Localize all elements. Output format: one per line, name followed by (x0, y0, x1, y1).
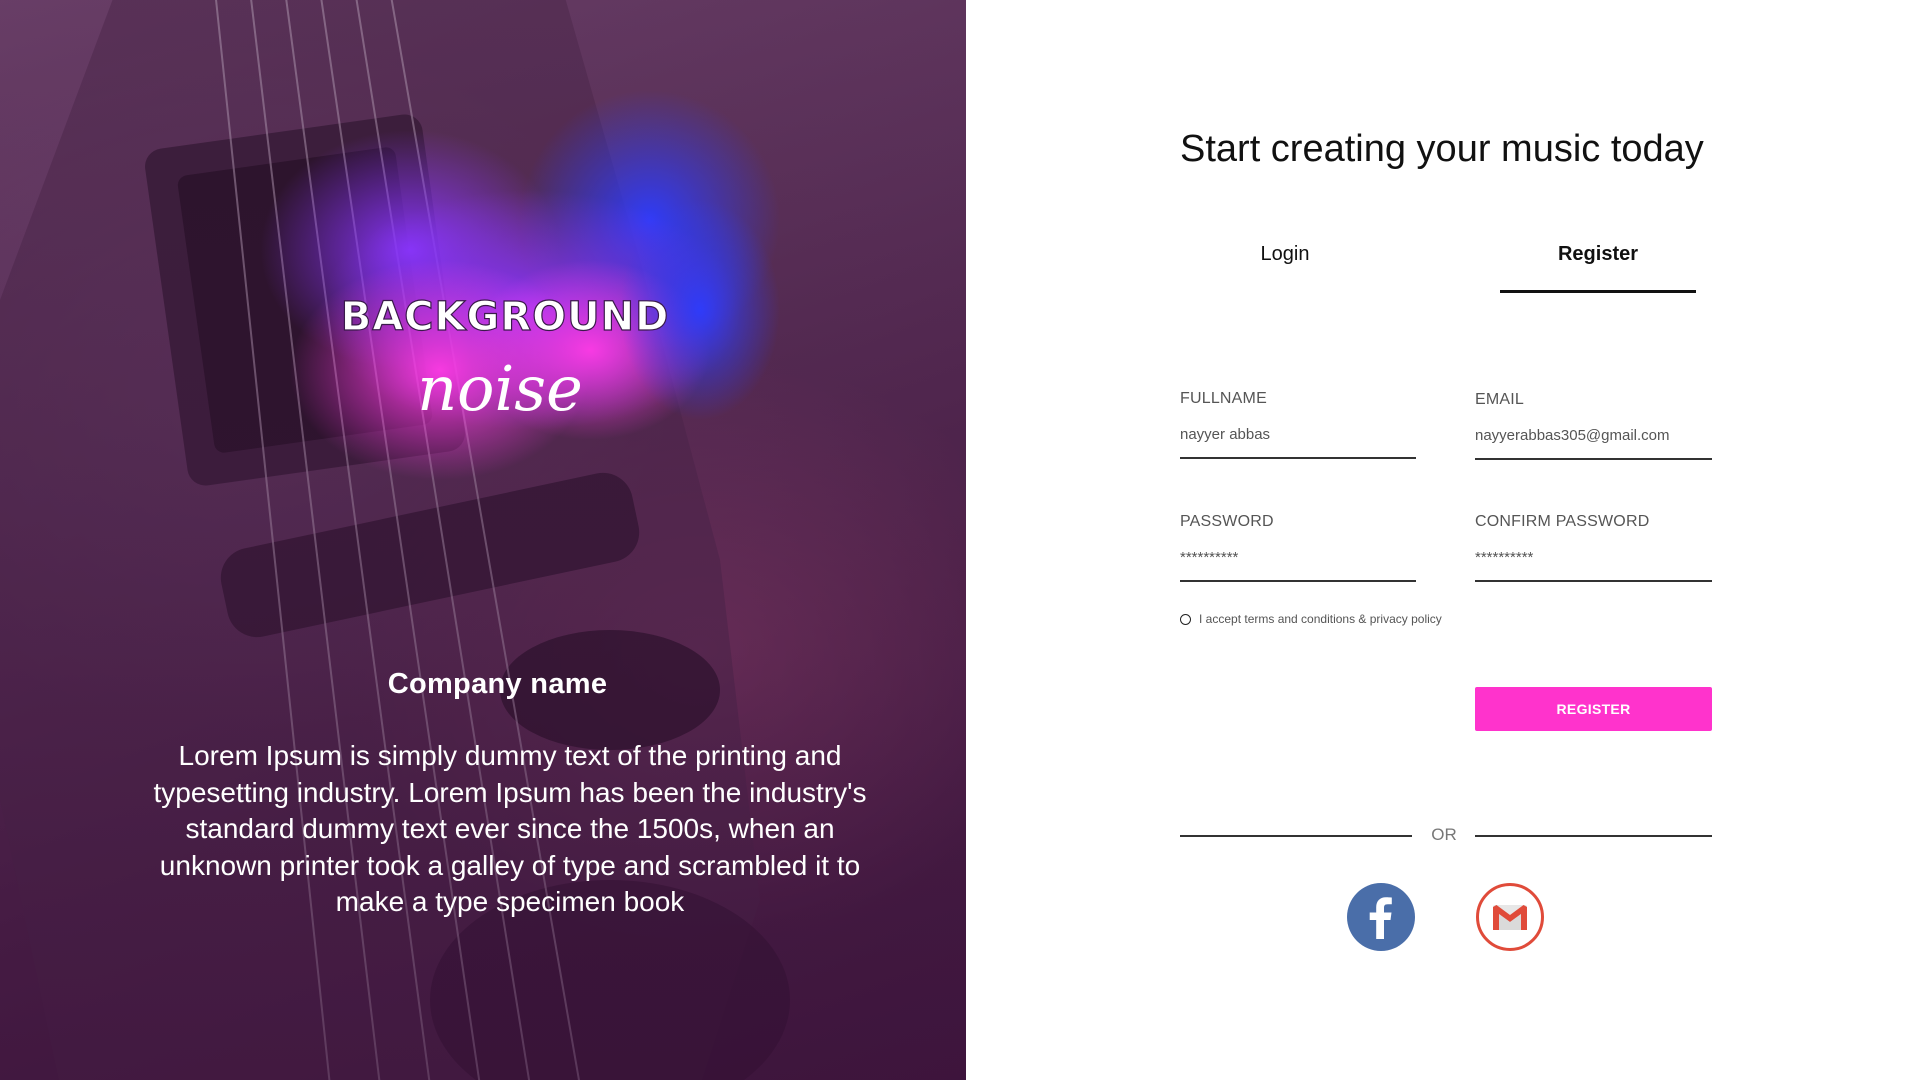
facebook-icon (1369, 897, 1392, 939)
gmail-login-button[interactable] (1476, 883, 1544, 951)
company-description: Lorem Ipsum is simply dummy text of the … (153, 740, 867, 917)
logo-text-background: BACKGROUND (341, 294, 670, 340)
confirm-password-field: CONFIRM PASSWORD (1475, 513, 1712, 582)
hero-panel: BACKGROUND noise Company name Lorem Ipsu… (0, 0, 966, 1080)
or-divider-left (1180, 835, 1412, 837)
fullname-field: FULLNAME (1180, 390, 1416, 459)
terms-row: I accept terms and conditions & privacy … (1180, 612, 1442, 626)
email-input[interactable] (1475, 427, 1712, 460)
email-label: EMAIL (1475, 391, 1525, 408)
facebook-login-button[interactable] (1347, 883, 1415, 951)
or-label: OR (1431, 825, 1457, 844)
form-title: Start creating your music today (1180, 128, 1704, 170)
fullname-input[interactable] (1180, 426, 1416, 459)
tab-login[interactable]: Login (1180, 243, 1390, 266)
register-page: BACKGROUND noise Company name Lorem Ipsu… (0, 0, 1920, 1080)
gmail-icon (1493, 905, 1527, 930)
or-divider-right (1475, 835, 1712, 837)
confirm-password-input[interactable] (1475, 549, 1712, 582)
background-noise-logo: BACKGROUND noise (260, 90, 780, 480)
terms-radio[interactable] (1180, 613, 1191, 625)
password-field: PASSWORD (1180, 513, 1416, 582)
active-tab-indicator (1500, 290, 1696, 293)
password-label: PASSWORD (1180, 513, 1274, 530)
confirm-password-label: CONFIRM PASSWORD (1475, 513, 1650, 530)
fullname-label: FULLNAME (1180, 390, 1267, 407)
register-button[interactable]: REGISTER (1475, 687, 1712, 731)
email-field: EMAIL (1475, 391, 1712, 460)
password-input[interactable] (1180, 549, 1416, 582)
terms-label: I accept terms and conditions & privacy … (1199, 612, 1442, 626)
company-name: Company name (387, 668, 608, 700)
tab-register[interactable]: Register (1500, 243, 1696, 266)
logo-text-noise: noise (417, 352, 583, 425)
